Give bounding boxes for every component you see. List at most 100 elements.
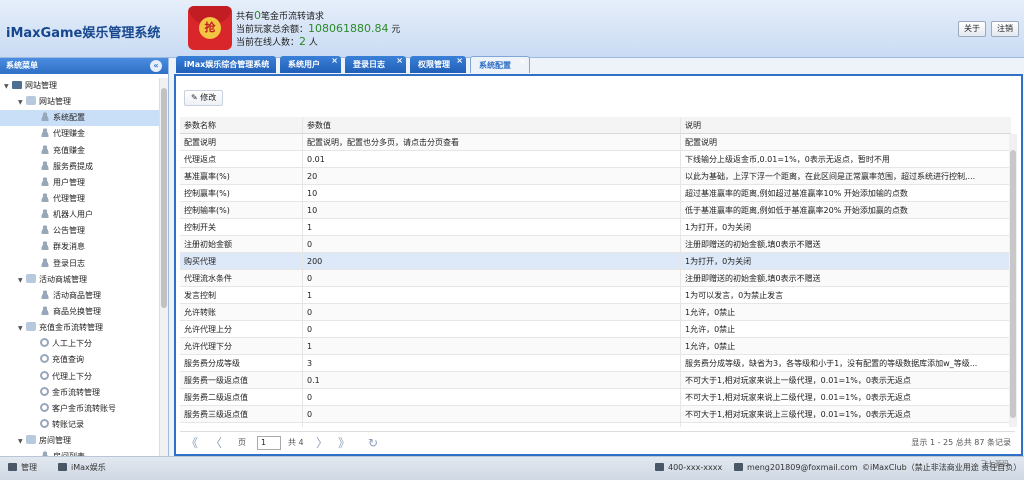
- table-row[interactable]: 购买代理 200 1为打开，0为关闭: [180, 253, 1011, 270]
- table-row[interactable]: 服务费一级返点值 0.1 不可大于1,相对玩家来说上一级代理，0.01=1%，0表示…: [180, 372, 1011, 389]
- table-row[interactable]: 控制赢率(%) 10 超过基准赢率的距离,例如超过基准赢率10% 开始添加输的点数: [180, 185, 1011, 202]
- sidebar-item[interactable]: 公告管理: [0, 223, 160, 239]
- table-row[interactable]: 控制开关 1 1为打开，0为关闭: [180, 219, 1011, 236]
- table-row[interactable]: 发言控制 1 1为可以发言，0为禁止发言: [180, 287, 1011, 304]
- table-cell: 0.1: [303, 372, 681, 388]
- sidebar-scrollbar[interactable]: [159, 78, 168, 456]
- table-row[interactable]: 允许转账 0 1允许，0禁止: [180, 304, 1011, 321]
- sidebar-item[interactable]: 机器人用户: [0, 207, 160, 223]
- sidebar-item[interactable]: 代理赚金: [0, 126, 160, 142]
- prev-page-icon[interactable]: 〈: [210, 432, 222, 454]
- tab[interactable]: iMax娱乐综合管理系统: [176, 56, 276, 73]
- sidebar-item[interactable]: 群发消息: [0, 239, 160, 255]
- sidebar-item-label: 代理管理: [53, 193, 85, 203]
- sidebar-item[interactable]: 活动商品管理: [0, 288, 160, 304]
- table-cell: 20: [303, 168, 681, 184]
- sidebar-item[interactable]: 人工上下分: [0, 336, 160, 352]
- table-row[interactable]: 控制输率(%) 10 低于基准赢率的距离,例如低于基准赢率20% 开始添加赢的点数: [180, 202, 1011, 219]
- table-row[interactable]: 配置说明 配置说明，配置也分多页，请点击分页查看 配置说明: [180, 134, 1011, 151]
- table-row[interactable]: 服务费四级返点值0不可大于1,相对玩家来说上四级代理: [180, 423, 1011, 427]
- sidebar-item-label: 活动商城管理: [39, 274, 87, 284]
- table-row[interactable]: 服务费分成等级 3 服务费分成等级，缺省为3，各等级和小于1，没有配置的等级数据库添…: [180, 355, 1011, 372]
- sidebar-header: 系统菜单 «: [0, 58, 168, 74]
- header-stats: 共有0笔金币流转请求 当前玩家总余额：108061880.84 元 当前在线人数…: [236, 10, 400, 49]
- sidebar-item[interactable]: ▼ 充值金币流转管理: [0, 320, 160, 336]
- table-scrollbar[interactable]: [1009, 134, 1017, 427]
- table-row[interactable]: 代理返点 0.01 下线输分上级返金币,0.01=1%，0表示无返点，暂时不用: [180, 151, 1011, 168]
- sidebar-item[interactable]: 服务费提成: [0, 159, 160, 175]
- sidebar-item[interactable]: 商品兑换管理: [0, 304, 160, 320]
- tab-label: 系统配置: [479, 61, 511, 70]
- table-header: 参数名称 参数值 说明: [180, 117, 1011, 134]
- expand-toggle-icon[interactable]: ▼: [4, 79, 12, 95]
- sidebar-item-label: 充值赚金: [53, 145, 85, 155]
- expand-toggle-icon[interactable]: ▼: [18, 321, 26, 337]
- sidebar-item[interactable]: 用户管理: [0, 175, 160, 191]
- logout-button[interactable]: 注销: [991, 21, 1019, 37]
- edit-button[interactable]: ✎ 修改: [184, 90, 224, 106]
- sidebar-item[interactable]: ▼ 网站管理: [0, 78, 160, 94]
- sidebar-item[interactable]: 代理上下分: [0, 369, 160, 385]
- sidebar-item[interactable]: ▼ 房间管理: [0, 433, 160, 449]
- stat-label: 当前在线人数：: [236, 38, 300, 48]
- tab[interactable]: 系统配置 ×: [470, 56, 530, 73]
- table-cell: 低于基准赢率的距离,例如低于基准赢率20% 开始添加赢的点数: [685, 206, 908, 215]
- phone-icon: [655, 463, 664, 471]
- expand-toggle-icon[interactable]: ▼: [18, 95, 26, 111]
- tab[interactable]: 登录日志 ×: [345, 56, 406, 73]
- sidebar-scroll-thumb[interactable]: [161, 88, 167, 308]
- footer-user: 管理: [8, 457, 37, 479]
- person-icon: [40, 128, 50, 138]
- close-tab-icon[interactable]: ×: [331, 52, 338, 69]
- table-row[interactable]: 基准赢率(%) 20 以此为基础，上浮下浮一个距离，在此区间是正常赢率范围，超过系统…: [180, 168, 1011, 185]
- sidebar-item[interactable]: 登录日志: [0, 256, 160, 272]
- close-tab-icon[interactable]: ×: [396, 52, 403, 69]
- sidebar-item[interactable]: ▼ 网站管理: [0, 94, 160, 110]
- table-row[interactable]: 允许代理上分 0 1允许，0禁止: [180, 321, 1011, 338]
- about-button[interactable]: 关于: [958, 21, 986, 37]
- sidebar-item-label: 群发消息: [53, 242, 85, 252]
- refresh-icon[interactable]: ↻: [368, 432, 378, 454]
- table-row[interactable]: 代理流水条件 0 注册即赠送的初始金额,填0表示不赠送: [180, 270, 1011, 287]
- table-row[interactable]: 注册初始金额 0 注册即赠送的初始金额,填0表示不赠送: [180, 236, 1011, 253]
- sidebar-item[interactable]: 金币流转管理: [0, 385, 160, 401]
- red-packet-icon[interactable]: 抢: [188, 6, 232, 50]
- sidebar-item-label: 人工上下分: [52, 339, 92, 349]
- sidebar-item-label: 活动商品管理: [53, 290, 101, 300]
- column-header[interactable]: 说明: [681, 117, 1011, 133]
- sidebar-item[interactable]: 客户金币流转账号: [0, 401, 160, 417]
- table-scroll-thumb[interactable]: [1010, 150, 1016, 418]
- table-row[interactable]: 服务费二级返点值 0 不可大于1,相对玩家来说上二级代理，0.01=1%，0表示无返…: [180, 389, 1011, 406]
- table-row[interactable]: 服务费三级返点值 0 不可大于1,相对玩家来说上三级代理，0.01=1%，0表示无返…: [180, 406, 1011, 423]
- close-tab-icon[interactable]: ×: [519, 53, 526, 70]
- sidebar-item[interactable]: 系统配置: [0, 110, 160, 127]
- first-page-icon[interactable]: 《: [186, 432, 198, 454]
- expand-toggle-icon[interactable]: ▼: [18, 273, 26, 289]
- tab[interactable]: 系统用户 ×: [280, 56, 341, 73]
- sidebar-item[interactable]: 充值赚金: [0, 143, 160, 159]
- person-icon: [40, 112, 50, 122]
- red-packet-coin: 抢: [199, 17, 221, 39]
- sidebar-item-label: 代理上下分: [52, 371, 92, 381]
- sidebar-item[interactable]: 转账记录: [0, 417, 160, 433]
- person-icon: [40, 289, 50, 299]
- sidebar-item[interactable]: 充值查询: [0, 352, 160, 368]
- sidebar-item[interactable]: 代理管理: [0, 191, 160, 207]
- sidebar-item[interactable]: ▼ 活动商城管理: [0, 272, 160, 288]
- column-header[interactable]: 参数名称: [180, 117, 303, 133]
- pencil-icon: ✎: [191, 93, 201, 102]
- page-input[interactable]: 1: [257, 436, 281, 450]
- expand-toggle-icon[interactable]: ▼: [18, 434, 26, 450]
- close-tab-icon[interactable]: ×: [456, 52, 463, 69]
- person-icon: [40, 241, 50, 251]
- sidebar-item[interactable]: 房间列表: [0, 449, 160, 456]
- collapse-sidebar-icon[interactable]: «: [150, 60, 162, 72]
- tab[interactable]: 权限管理 ×: [410, 56, 466, 73]
- monitor-icon: [12, 81, 22, 89]
- table-row[interactable]: 允许代理下分 1 1允许，0禁止: [180, 338, 1011, 355]
- last-page-icon[interactable]: 》: [338, 432, 350, 454]
- next-page-icon[interactable]: 〉: [316, 432, 328, 454]
- tab-label: iMax娱乐综合管理系统: [184, 60, 270, 69]
- column-header[interactable]: 参数值: [303, 117, 681, 133]
- table-cell: 1为打开，0为关闭: [685, 223, 752, 232]
